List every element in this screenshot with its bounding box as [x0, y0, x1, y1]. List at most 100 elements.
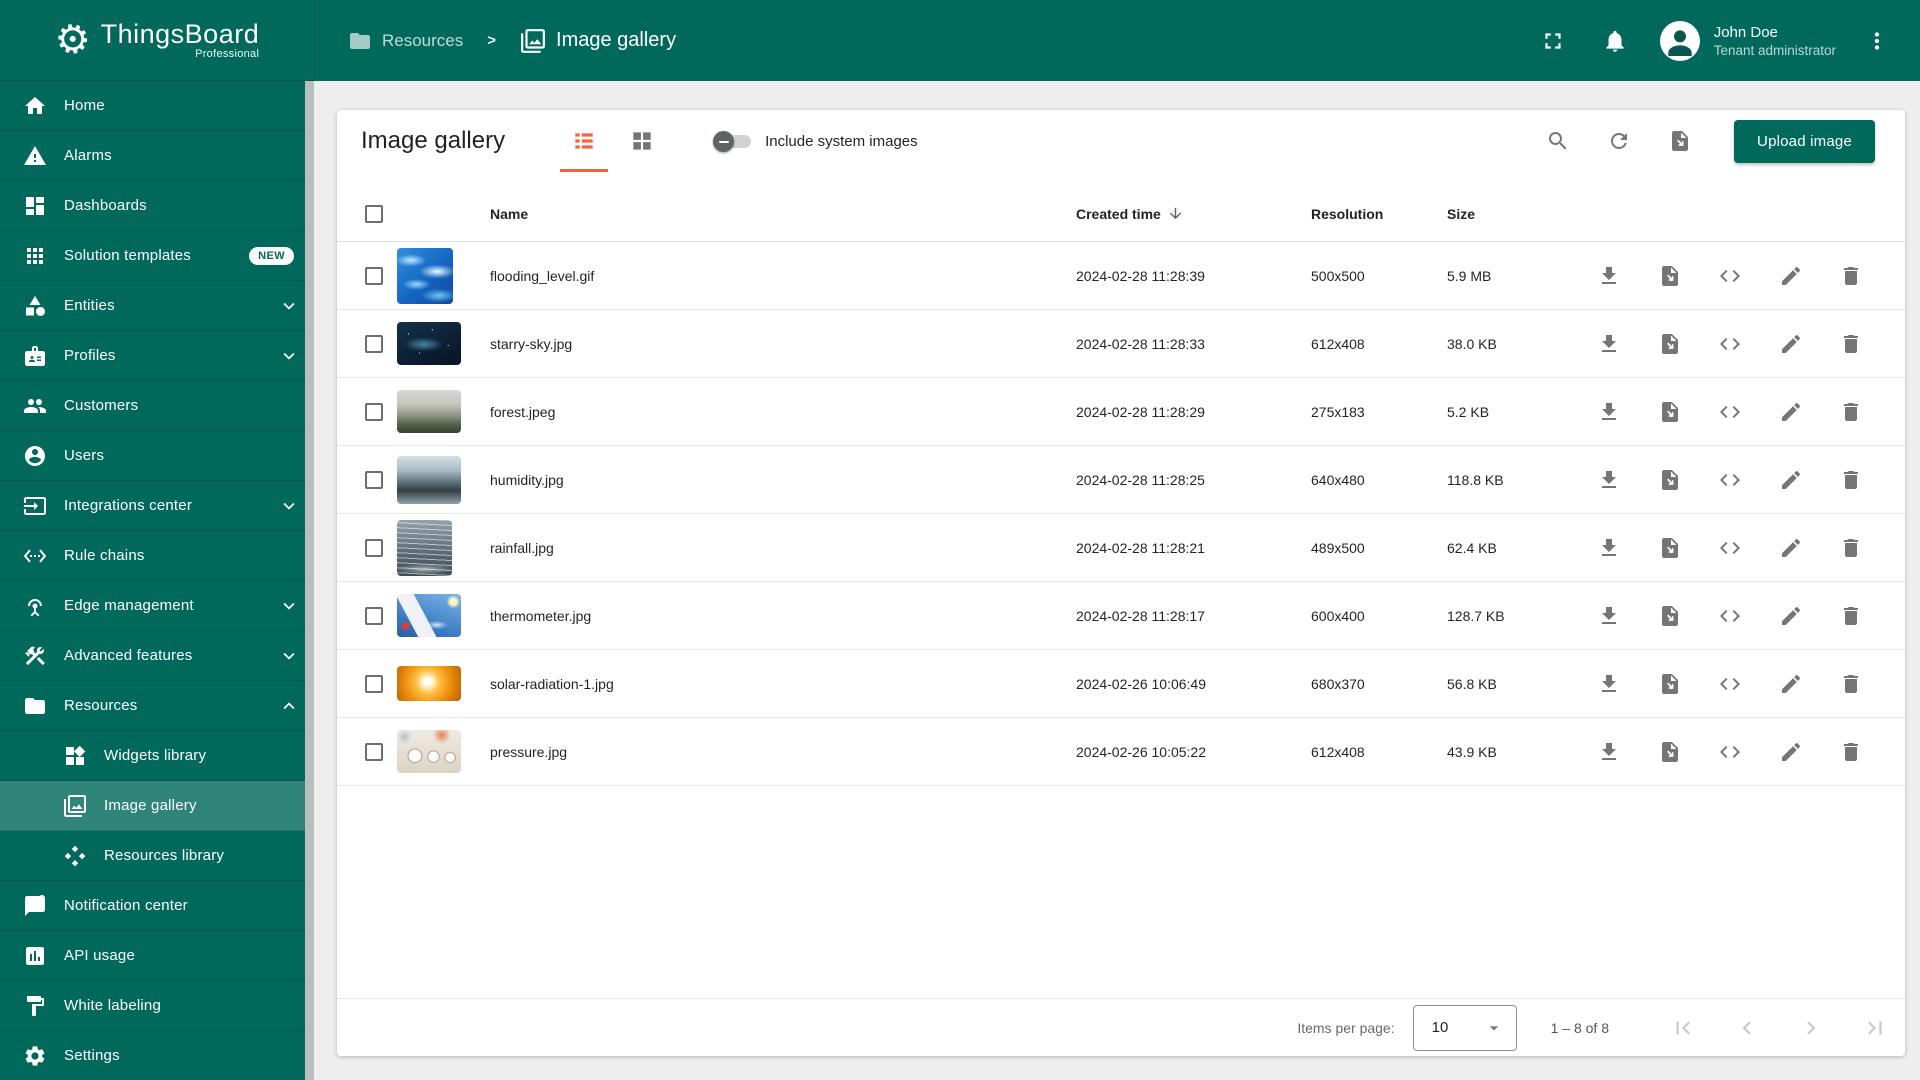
table-row[interactable]: starry-sky.jpg 2024-02-28 11:28:33 612x4…	[337, 310, 1905, 378]
download-button[interactable]	[1597, 536, 1621, 560]
fullscreen-button[interactable]	[1540, 28, 1566, 54]
column-header-size[interactable]: Size	[1447, 206, 1587, 222]
export-button[interactable]	[1658, 604, 1682, 628]
row-checkbox[interactable]	[365, 470, 383, 489]
edit-button[interactable]	[1779, 332, 1803, 356]
import-image-button[interactable]	[1668, 129, 1692, 153]
delete-button[interactable]	[1839, 332, 1863, 356]
sidebar-item-rule-chains[interactable]: Rule chains	[0, 531, 314, 581]
previous-page-button[interactable]	[1727, 1008, 1767, 1048]
embed-button[interactable]	[1718, 740, 1742, 764]
table-row[interactable]: flooding_level.gif 2024-02-28 11:28:39 5…	[337, 242, 1905, 310]
sidebar-item-customers[interactable]: Customers	[0, 381, 314, 431]
export-button[interactable]	[1658, 332, 1682, 356]
breadcrumb-parent[interactable]: Resources	[382, 31, 463, 51]
column-header-name[interactable]: Name	[482, 206, 1076, 222]
edit-button[interactable]	[1779, 740, 1803, 764]
sidebar-item-edge-management[interactable]: Edge management	[0, 581, 314, 631]
more-menu-button[interactable]	[1864, 28, 1890, 54]
export-button[interactable]	[1658, 400, 1682, 424]
sidebar-item-white-labeling[interactable]: White labeling	[0, 981, 314, 1031]
sidebar-item-api-usage[interactable]: API usage	[0, 931, 314, 981]
sidebar-item-image-gallery[interactable]: Image gallery	[0, 781, 314, 831]
embed-button[interactable]	[1718, 604, 1742, 628]
page-size-select[interactable]: 10	[1412, 1004, 1517, 1051]
edit-button[interactable]	[1779, 468, 1803, 492]
sidebar-item-advanced-features[interactable]: Advanced features	[0, 631, 314, 681]
sidebar-item-widgets-library[interactable]: Widgets library	[0, 731, 314, 781]
delete-button[interactable]	[1839, 604, 1863, 628]
row-checkbox[interactable]	[365, 606, 383, 625]
embed-button[interactable]	[1718, 264, 1742, 288]
sidebar-item-settings[interactable]: Settings	[0, 1031, 314, 1080]
download-button[interactable]	[1597, 264, 1621, 288]
sidebar-scrollbar[interactable]	[305, 81, 314, 1080]
upload-image-button[interactable]: Upload image	[1734, 119, 1875, 163]
export-button[interactable]	[1658, 672, 1682, 696]
sidebar-item-notification-center[interactable]: Notification center	[0, 881, 314, 931]
brand-logo[interactable]: ⚙ ThingsBoard Professional	[0, 0, 314, 81]
column-header-created-time[interactable]: Created time	[1076, 205, 1311, 222]
row-checkbox[interactable]	[365, 674, 383, 693]
table-row[interactable]: pressure.jpg 2024-02-26 10:05:22 612x408…	[337, 718, 1905, 786]
sidebar-item-alarms[interactable]: Alarms	[0, 131, 314, 181]
avatar[interactable]	[1659, 20, 1700, 61]
embed-button[interactable]	[1718, 400, 1742, 424]
delete-button[interactable]	[1839, 264, 1863, 288]
edit-button[interactable]	[1779, 264, 1803, 288]
row-checkbox[interactable]	[365, 538, 383, 557]
delete-button[interactable]	[1839, 468, 1863, 492]
sidebar-item-resources-library[interactable]: Resources library	[0, 831, 314, 881]
embed-button[interactable]	[1718, 468, 1742, 492]
select-all-checkbox[interactable]	[365, 204, 383, 223]
sidebar-item-solution-templates[interactable]: Solution templates NEW	[0, 231, 314, 281]
sidebar-item-dashboards[interactable]: Dashboards	[0, 181, 314, 231]
table-row[interactable]: forest.jpeg 2024-02-28 11:28:29 275x183 …	[337, 378, 1905, 446]
grid-view-tab[interactable]	[613, 110, 671, 172]
embed-button[interactable]	[1718, 536, 1742, 560]
table-row[interactable]: rainfall.jpg 2024-02-28 11:28:21 489x500…	[337, 514, 1905, 582]
sidebar-item-users[interactable]: Users	[0, 431, 314, 481]
sidebar-item-profiles[interactable]: Profiles	[0, 331, 314, 381]
download-button[interactable]	[1597, 400, 1621, 424]
edit-button[interactable]	[1779, 536, 1803, 560]
next-page-button[interactable]	[1791, 1008, 1831, 1048]
row-checkbox[interactable]	[365, 402, 383, 421]
column-header-resolution[interactable]: Resolution	[1311, 206, 1447, 222]
last-page-button[interactable]	[1855, 1008, 1895, 1048]
include-system-images-toggle[interactable]: Include system images	[713, 131, 918, 152]
download-button[interactable]	[1597, 332, 1621, 356]
sidebar-item-home[interactable]: Home	[0, 81, 314, 131]
download-button[interactable]	[1597, 740, 1621, 764]
edit-button[interactable]	[1779, 672, 1803, 696]
table-row[interactable]: thermometer.jpg 2024-02-28 11:28:17 600x…	[337, 582, 1905, 650]
delete-button[interactable]	[1839, 740, 1863, 764]
export-button[interactable]	[1658, 536, 1682, 560]
edit-button[interactable]	[1779, 604, 1803, 628]
delete-button[interactable]	[1839, 400, 1863, 424]
list-view-tab[interactable]	[555, 110, 613, 172]
table-row[interactable]: solar-radiation-1.jpg 2024-02-26 10:06:4…	[337, 650, 1905, 718]
delete-button[interactable]	[1839, 536, 1863, 560]
row-checkbox[interactable]	[365, 334, 383, 353]
export-button[interactable]	[1658, 468, 1682, 492]
notifications-button[interactable]	[1602, 28, 1628, 54]
export-button[interactable]	[1658, 740, 1682, 764]
first-page-button[interactable]	[1663, 1008, 1703, 1048]
download-button[interactable]	[1597, 468, 1621, 492]
search-button[interactable]	[1546, 129, 1570, 153]
sidebar-item-entities[interactable]: Entities	[0, 281, 314, 331]
table-row[interactable]: humidity.jpg 2024-02-28 11:28:25 640x480…	[337, 446, 1905, 514]
sidebar-item-resources[interactable]: Resources	[0, 681, 314, 731]
download-button[interactable]	[1597, 604, 1621, 628]
delete-button[interactable]	[1839, 672, 1863, 696]
export-button[interactable]	[1658, 264, 1682, 288]
refresh-button[interactable]	[1607, 129, 1631, 153]
embed-button[interactable]	[1718, 332, 1742, 356]
row-checkbox[interactable]	[365, 266, 383, 285]
edit-button[interactable]	[1779, 400, 1803, 424]
row-checkbox[interactable]	[365, 742, 383, 761]
embed-button[interactable]	[1718, 672, 1742, 696]
user-info[interactable]: John Doe Tenant administrator	[1714, 23, 1836, 58]
sidebar-item-integrations-center[interactable]: Integrations center	[0, 481, 314, 531]
